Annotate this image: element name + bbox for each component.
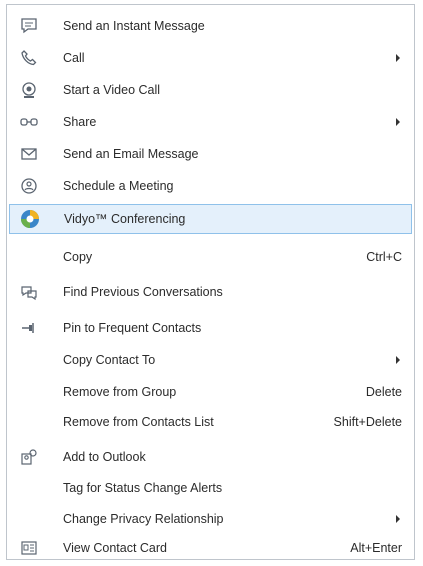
conversation-history-icon <box>19 282 39 302</box>
pin-icon <box>19 318 39 338</box>
menu-item-label: Schedule a Meeting <box>63 179 174 193</box>
menu-item-view-contact-card[interactable]: View Contact Card Alt+Enter <box>9 533 412 563</box>
menu-item-vidyo-conferencing[interactable]: Vidyo™ Conferencing <box>9 204 412 234</box>
menu-item-add-to-outlook[interactable]: Add to Outlook <box>9 442 412 472</box>
chat-bubble-icon <box>19 16 39 36</box>
menu-item-change-privacy-relationship[interactable]: Change Privacy Relationship <box>9 504 412 534</box>
submenu-arrow-icon <box>396 118 400 126</box>
menu-item-label: Share <box>63 115 97 129</box>
menu-item-start-video-call[interactable]: Start a Video Call <box>9 75 412 105</box>
webcam-icon <box>19 80 39 100</box>
menu-item-label: Send an Instant Message <box>63 19 205 33</box>
menu-item-label: Copy <box>63 250 93 264</box>
context-menu: Send an Instant Message Call Start a Vid… <box>6 4 415 560</box>
menu-item-share[interactable]: Share <box>9 107 412 137</box>
menu-item-call[interactable]: Call <box>9 43 412 73</box>
menu-item-find-previous-conversations[interactable]: Find Previous Conversations <box>9 277 412 307</box>
menu-item-send-email-message[interactable]: Send an Email Message <box>9 139 412 169</box>
menu-item-label: View Contact Card <box>63 541 167 555</box>
menu-item-label: Copy Contact To <box>63 353 156 367</box>
submenu-arrow-icon <box>396 54 400 62</box>
menu-item-label: Add to Outlook <box>63 450 146 464</box>
menu-item-schedule-meeting[interactable]: Schedule a Meeting <box>9 171 412 201</box>
menu-item-copy-contact-to[interactable]: Copy Contact To <box>9 345 412 375</box>
phone-icon <box>19 48 39 68</box>
menu-item-shortcut: Ctrl+C <box>366 250 402 264</box>
menu-item-remove-from-contacts-list[interactable]: Remove from Contacts List Shift+Delete <box>9 407 412 437</box>
menu-item-remove-from-group[interactable]: Remove from Group Delete <box>9 377 412 407</box>
menu-item-label: Remove from Group <box>63 385 177 399</box>
menu-item-label: Tag for Status Change Alerts <box>63 481 223 495</box>
menu-item-shortcut: Alt+Enter <box>350 541 402 555</box>
submenu-arrow-icon <box>396 515 400 523</box>
menu-item-copy[interactable]: Copy Ctrl+C <box>9 242 412 272</box>
menu-item-label: Find Previous Conversations <box>63 285 223 299</box>
contact-card-icon <box>19 538 39 558</box>
menu-item-send-instant-message[interactable]: Send an Instant Message <box>9 11 412 41</box>
menu-item-label: Vidyo™ Conferencing <box>64 212 186 226</box>
menu-item-label: Start a Video Call <box>63 83 161 97</box>
submenu-arrow-icon <box>396 356 400 364</box>
menu-item-label: Send an Email Message <box>63 147 199 161</box>
vidyo-icon <box>20 209 40 229</box>
menu-item-shortcut: Delete <box>365 385 402 399</box>
menu-item-label: Remove from Contacts List <box>63 415 214 429</box>
menu-item-shortcut: Shift+Delete <box>333 415 402 429</box>
meeting-icon <box>19 176 39 196</box>
add-contact-icon <box>19 447 39 467</box>
menu-item-label: Pin to Frequent Contacts <box>63 321 202 335</box>
menu-item-label: Change Privacy Relationship <box>63 512 224 526</box>
menu-item-label: Call <box>63 51 85 65</box>
menu-item-tag-status-alerts[interactable]: Tag for Status Change Alerts <box>9 473 412 503</box>
share-icon <box>19 112 39 132</box>
envelope-icon <box>19 144 39 164</box>
menu-item-pin-frequent-contacts[interactable]: Pin to Frequent Contacts <box>9 313 412 343</box>
